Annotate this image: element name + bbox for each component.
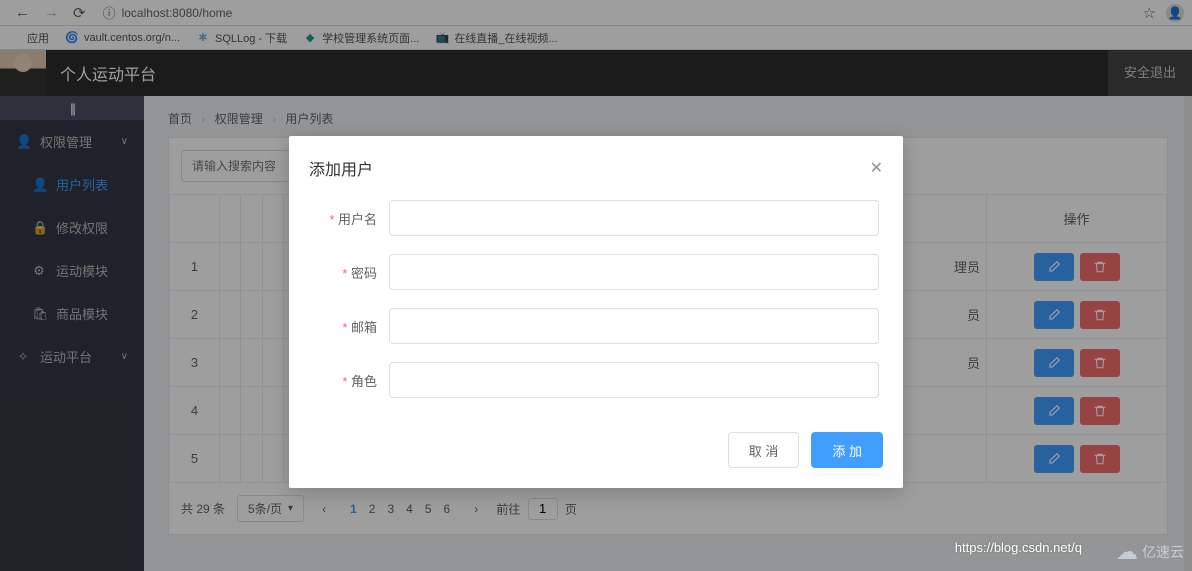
label-password: 密码 — [313, 263, 377, 282]
label-role: 角色 — [313, 371, 377, 390]
label-email: 邮箱 — [313, 317, 377, 336]
input-email[interactable] — [389, 308, 879, 344]
dialog-title: 添加用户 — [309, 156, 870, 180]
close-icon[interactable]: ✕ — [870, 158, 883, 178]
input-username[interactable] — [389, 200, 879, 236]
cloud-icon: ☁ — [1116, 539, 1138, 565]
watermark-text: 亿速云 — [1142, 542, 1184, 562]
input-password[interactable] — [389, 254, 879, 290]
watermark: ☁ 亿速云 — [1116, 539, 1184, 565]
watermark-url: https://blog.csdn.net/q — [955, 540, 1082, 555]
cancel-button[interactable]: 取 消 — [728, 432, 800, 468]
add-user-dialog: 添加用户 ✕ 用户名 密码 邮箱 角色 取 消 添 加 — [289, 136, 903, 488]
modal-overlay[interactable]: 添加用户 ✕ 用户名 密码 邮箱 角色 取 消 添 加 — [0, 0, 1192, 571]
label-username: 用户名 — [313, 209, 377, 228]
submit-button[interactable]: 添 加 — [811, 432, 883, 468]
input-role[interactable] — [389, 362, 879, 398]
